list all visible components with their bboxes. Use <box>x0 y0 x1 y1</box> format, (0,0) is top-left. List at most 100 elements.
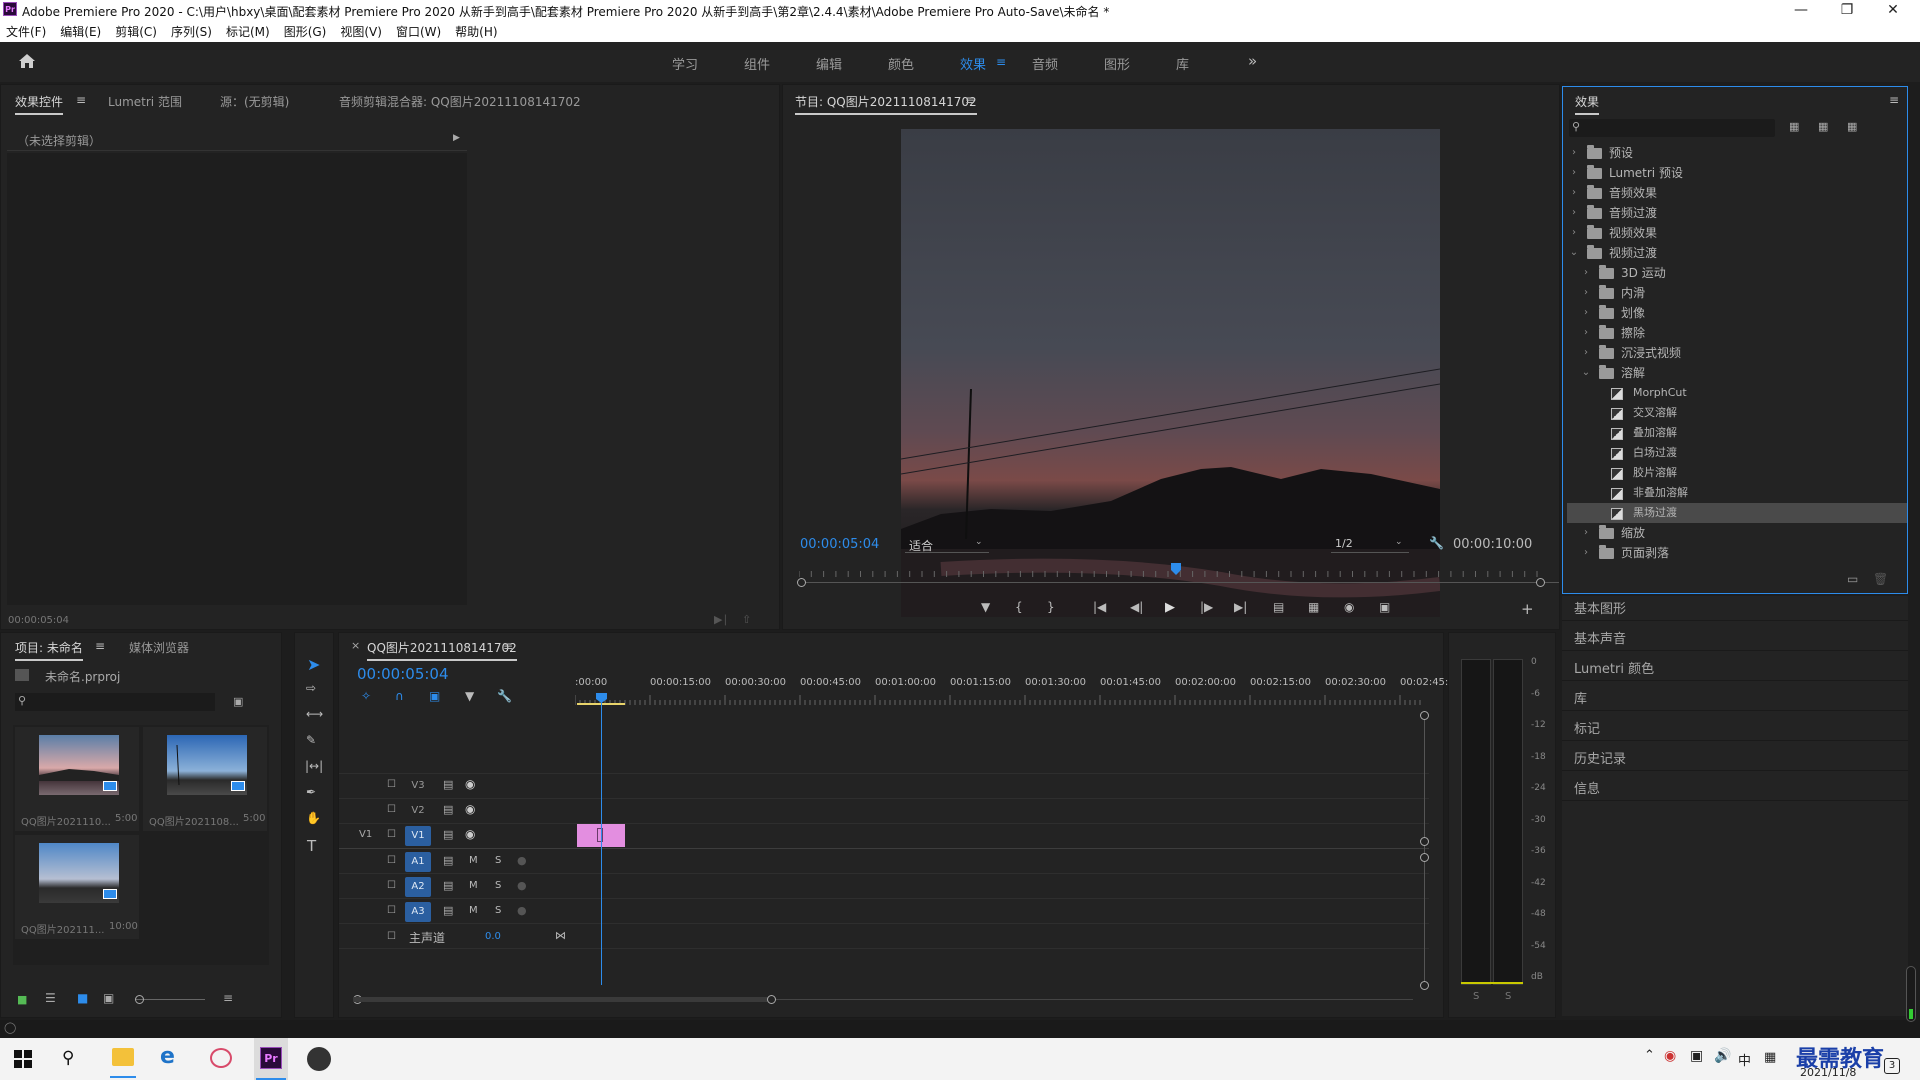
file-explorer-icon[interactable] <box>112 1048 134 1066</box>
insert-sequences-icon[interactable]: ▣ <box>429 689 440 703</box>
step-back-icon[interactable]: ◀| <box>1130 600 1143 614</box>
mark-out-icon[interactable]: } <box>1047 600 1055 614</box>
eye-icon[interactable]: ◉ <box>465 802 475 816</box>
tab-audio-clip-mixer[interactable]: 音频剪辑混合器: QQ图片20211108141702 <box>339 93 581 110</box>
media-app-icon[interactable] <box>307 1047 331 1071</box>
list-view-icon[interactable]: ☰ <box>45 991 56 1005</box>
effect-folder[interactable]: › 内滑 <box>1567 283 1907 303</box>
effect-folder[interactable]: › 擦除 <box>1567 323 1907 343</box>
chevron-right-icon[interactable]: › <box>1581 283 1591 303</box>
mute-button[interactable]: M <box>469 880 478 891</box>
effect-folder[interactable]: › Lumetri 预设 <box>1567 163 1907 183</box>
zoom-handle-right[interactable] <box>1536 578 1545 587</box>
side-panel-tab[interactable]: 库 <box>1574 688 1587 707</box>
track-target[interactable]: V2 <box>405 801 431 821</box>
source-patch[interactable]: V1 <box>359 829 372 840</box>
add-marker-icon[interactable]: ▼ <box>981 600 990 614</box>
go-to-in-icon[interactable]: |◀ <box>1093 600 1106 614</box>
wrench-icon[interactable]: 🔧 <box>1429 536 1444 550</box>
mute-button[interactable]: M <box>469 905 478 916</box>
effect-folder[interactable]: › 音频过渡 <box>1567 203 1907 223</box>
chevron-right-icon[interactable]: › <box>1569 203 1579 223</box>
menu-item[interactable]: 图形(G) <box>284 23 327 40</box>
effect-item[interactable]: 非叠加溶解 <box>1567 483 1907 503</box>
32bit-effects-icon[interactable]: ▦ <box>1818 120 1828 133</box>
delete-icon[interactable]: 🗑 <box>1873 572 1888 586</box>
side-panel-tab[interactable]: 基本图形 <box>1574 598 1626 617</box>
playhead-handle-icon[interactable] <box>596 693 607 703</box>
side-panel-tab[interactable]: Lumetri 颜色 <box>1574 658 1654 677</box>
lock-icon[interactable]: ■ <box>17 993 27 1006</box>
project-menu-icon[interactable]: ≡ <box>95 639 105 653</box>
workspace-tab[interactable]: 组件 <box>744 54 770 73</box>
filter-icon[interactable]: ▶∣ <box>714 613 728 626</box>
chevron-right-icon[interactable]: › <box>1581 343 1591 363</box>
network-icon[interactable]: ▣ <box>1690 1048 1703 1064</box>
menu-item[interactable]: 帮助(H) <box>455 23 497 40</box>
razor-tool-icon[interactable]: ✎ <box>306 733 316 747</box>
track-target[interactable]: V3 <box>405 776 431 796</box>
clip-thumbnail[interactable]: QQ图片2021108... 5:00 <box>143 727 267 831</box>
chevron-right-icon[interactable]: › <box>1581 543 1591 563</box>
side-panel-tab[interactable]: 信息 <box>1574 778 1600 797</box>
selection-tool-icon[interactable]: ➤ <box>307 655 320 674</box>
sync-lock-icon[interactable]: ▤ <box>443 778 453 791</box>
effect-folder[interactable]: › 划像 <box>1567 303 1907 323</box>
program-current-timecode[interactable]: 00:00:05:04 <box>800 537 879 552</box>
lock-icon[interactable]: ☐ <box>387 779 396 790</box>
tray-app-icon[interactable]: ◉ <box>1664 1048 1676 1064</box>
new-bin-icon[interactable]: ▭ <box>1847 572 1858 586</box>
notification-badge[interactable]: 3 <box>1884 1058 1900 1074</box>
close-tab-icon[interactable]: × <box>351 639 360 652</box>
chevron-right-icon[interactable]: › <box>1581 323 1591 343</box>
effect-item[interactable]: 叠加溶解 <box>1567 423 1907 443</box>
workspace-tab[interactable]: 音频 <box>1032 54 1058 73</box>
linked-selection-icon[interactable]: ∩ <box>395 689 404 703</box>
effect-folder[interactable]: ⌄ 溶解 <box>1567 363 1907 383</box>
tab-project[interactable]: 项目: 未命名 <box>15 639 83 661</box>
chevron-right-icon[interactable]: › <box>1569 163 1579 183</box>
zoom-handle-left[interactable] <box>797 578 806 587</box>
side-panel-tab[interactable]: 历史记录 <box>1574 748 1626 767</box>
chevron-right-icon[interactable]: › <box>1581 303 1591 323</box>
chevron-down-icon[interactable]: ⌄ <box>975 537 983 547</box>
restore-icon[interactable]: ❐ <box>1824 0 1870 20</box>
workspace-tab[interactable]: 颜色 <box>888 54 914 73</box>
windows-start-icon[interactable] <box>14 1050 32 1068</box>
sequence-thumbnail[interactable]: QQ图片202111... 10:00 <box>15 835 139 939</box>
resolution-dropdown[interactable]: 1/2 <box>1335 537 1353 550</box>
master-expand-icon[interactable]: ⋈ <box>555 929 566 942</box>
menu-item[interactable]: 视图(V) <box>340 23 382 40</box>
tab-source[interactable]: 源：(无剪辑) <box>220 93 289 110</box>
tray-chevron-icon[interactable]: ⌃ <box>1644 1048 1655 1063</box>
sort-icon[interactable]: ≡ <box>223 991 233 1005</box>
effects-search-input[interactable]: ⚲ <box>1569 119 1775 137</box>
track-target[interactable]: A3 <box>405 902 431 922</box>
ripple-edit-tool-icon[interactable]: ⟷ <box>306 707 323 721</box>
track-target[interactable]: A1 <box>405 852 431 872</box>
chevron-right-icon[interactable]: › <box>1569 183 1579 203</box>
solo-button[interactable]: S <box>495 855 501 866</box>
vertical-scrollbar[interactable] <box>1424 715 1425 985</box>
tab-sequence[interactable]: QQ图片20211108141702 <box>367 639 517 661</box>
type-tool-icon[interactable]: T <box>307 837 316 855</box>
lock-icon[interactable]: ☐ <box>387 829 396 840</box>
comparison-view-icon[interactable]: ▣ <box>1379 600 1390 614</box>
effects-menu-icon[interactable]: ≡ <box>1889 93 1899 107</box>
edge-browser-icon[interactable]: e <box>160 1044 175 1069</box>
sync-lock-icon[interactable]: ▤ <box>443 879 453 892</box>
program-monitor-title[interactable]: 节目: QQ图片20211108141702 <box>795 93 977 115</box>
menu-item[interactable]: 编辑(E) <box>60 23 101 40</box>
time-ruler[interactable]: :00:00 00:00:15:00 00:00:30:00 00:00:45:00 0… <box>575 677 1448 707</box>
effect-item[interactable]: 黑场过渡 <box>1567 503 1907 523</box>
camera-icon[interactable]: ◉ <box>1344 600 1354 614</box>
workspace-tab[interactable]: 学习 <box>672 54 698 73</box>
workspace-menu-icon[interactable]: ≡ <box>996 55 1006 69</box>
effect-folder[interactable]: › 音频效果 <box>1567 183 1907 203</box>
fit-dropdown[interactable]: 适合 <box>909 537 933 554</box>
sync-lock-icon[interactable]: ▤ <box>443 854 453 867</box>
home-icon[interactable] <box>18 53 36 69</box>
tab-effect-controls[interactable]: 效果控件 <box>15 93 64 115</box>
volume-icon[interactable]: 🔊 <box>1714 1048 1731 1064</box>
go-to-out-icon[interactable]: ▶| <box>1234 600 1247 614</box>
